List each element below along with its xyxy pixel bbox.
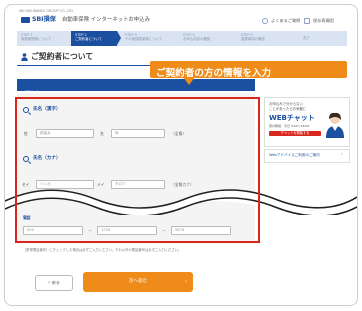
next-label: 次へ進む [128, 279, 148, 284]
step-1: STEP 1 保険期間等について [21, 31, 73, 46]
step-label: お申込内容の確認 [183, 37, 211, 42]
step-progress-bar: STEP 1 保険期間等について STEP 2 ご契約者について STEP 3 … [17, 31, 347, 46]
chevron-right-icon: › [185, 279, 187, 285]
operator-icon [326, 112, 344, 138]
step-label: その他保険者等について [125, 37, 163, 42]
sbi-logo-mark [21, 17, 30, 23]
brand-logo[interactable]: SBI損保 [32, 16, 56, 23]
save-link[interactable]: 保存再開用 [313, 18, 334, 23]
chat-line-2: ことがあったらお気軽に [269, 107, 307, 111]
step-arrow [117, 31, 121, 45]
page-title: ご契約者について [31, 52, 94, 61]
chat-title: WEBチャット [269, 114, 315, 122]
help-icon [262, 18, 268, 24]
advice-link-card[interactable]: Webアドバイスご利用のご案内 › [264, 149, 350, 163]
back-button[interactable]: ‹ 戻る [35, 275, 73, 291]
header-caption: SBI INSURANCE GROUP CO.,LTD. [19, 9, 74, 13]
callout-text: ご契約者の方の情報を入力 [156, 68, 272, 79]
chat-line-1: お申込みで分からない [269, 102, 303, 106]
save-icon [304, 18, 310, 24]
next-button[interactable]: 次へ進む › [83, 272, 193, 292]
section-header: ご契約者 [17, 79, 255, 95]
step-label: 保険期間等について [21, 37, 52, 42]
start-chat-button[interactable]: チャットを開始する [269, 131, 321, 136]
screenshot-frame: SBI INSURANCE GROUP CO.,LTD. SBI損保 自動車保険… [4, 4, 358, 306]
callout-tail [183, 77, 195, 85]
step-3: STEP 3 その他保険者等について [125, 31, 181, 46]
step-5: STEP 5 重要事項の確認 [241, 31, 293, 46]
step-4: STEP 4 お申込内容の確認 [183, 31, 235, 46]
phone-note: ［携帯電話番号］にチェックした場合は必ずご入力ください。それ以外の電話番号は必ず… [23, 248, 182, 252]
step-2-current: STEP 2 ご契約者について [71, 31, 117, 46]
advice-link[interactable]: Webアドバイスご利用のご案内 [269, 153, 320, 158]
highlight-box [15, 97, 260, 243]
back-label: 戻る [51, 280, 60, 285]
step-complete: 完了 [303, 31, 333, 46]
person-icon [21, 53, 28, 61]
chevron-right-icon: › [341, 152, 343, 156]
help-link[interactable]: よくあるご質問 [271, 18, 300, 23]
callout-banner: ご契約者の方の情報を入力 [150, 61, 347, 79]
step-label: 重要事項の確認 [241, 37, 265, 42]
service-title: 自動車保険 インターネットお申込み [62, 17, 150, 23]
chat-hours: 受付時間：平日 9:00〜18:00 [269, 124, 310, 128]
step-label: 完了 [303, 36, 310, 40]
webchat-card: お申込みで分からない ことがあったらお気軽に WEBチャット 受付時間：平日 9… [264, 97, 350, 147]
step-label: ご契約者について [75, 37, 103, 42]
